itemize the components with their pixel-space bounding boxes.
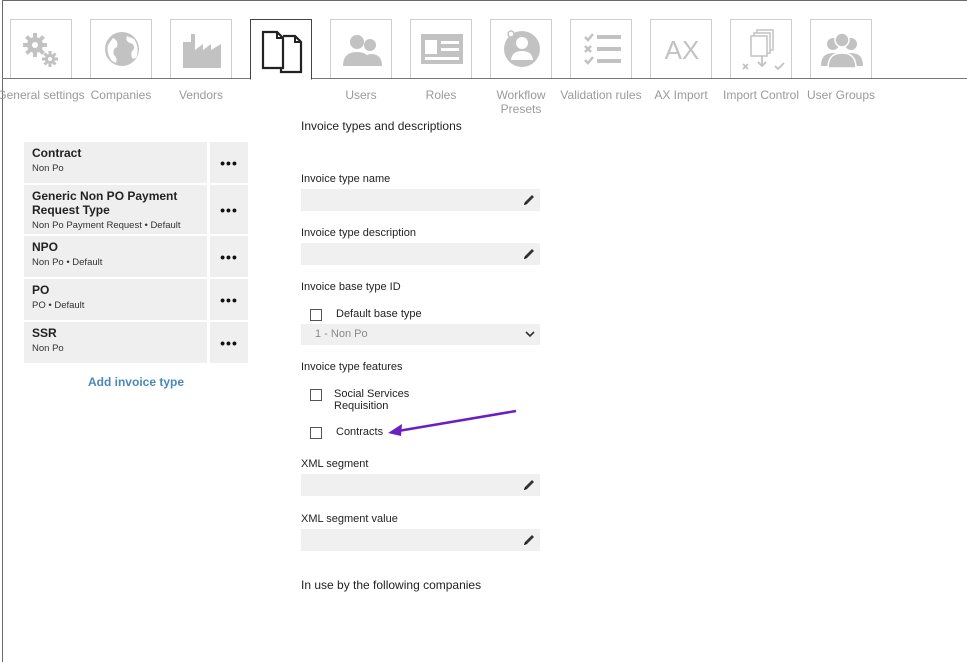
tab-user-groups[interactable]: User Groups (800, 0, 880, 120)
social-services-requisition-checkbox[interactable] (310, 389, 322, 401)
globe-icon (90, 19, 152, 78)
tab-label: Workflow Presets (496, 88, 546, 116)
invoice-type-name: Contract (32, 146, 82, 160)
more-options-button[interactable]: ••• (210, 279, 248, 320)
invoice-type-entry[interactable]: Contract Non Po (24, 142, 207, 183)
pencil-icon[interactable] (522, 193, 536, 207)
tab-label: AX Import (654, 88, 708, 102)
in-use-by-companies-heading: In use by the following companies (301, 578, 482, 592)
id-card-icon (410, 19, 472, 78)
invoice-type-subtitle: Non Po (32, 343, 64, 354)
more-options-button[interactable]: ••• (210, 185, 248, 234)
invoice-type-name: SSR (32, 326, 57, 340)
tab-label: Companies (90, 88, 152, 102)
xml-segment-value-field[interactable] (301, 529, 540, 551)
list-item[interactable]: NPO Non Po • Default ••• (24, 236, 248, 277)
tab-label: Users (345, 88, 377, 102)
pencil-icon[interactable] (522, 247, 536, 261)
invoice-base-type-label: Invoice base type ID (301, 281, 401, 293)
tab-workflow-presets[interactable]: Workflow Presets (480, 0, 560, 120)
more-options-button[interactable]: ••• (210, 236, 248, 277)
contracts-label: Contracts (336, 426, 384, 438)
xml-segment-field[interactable] (301, 474, 540, 496)
tab-invoice-types[interactable] (240, 0, 320, 120)
svg-text:AX: AX (665, 35, 700, 65)
invoice-type-entry[interactable]: PO PO • Default (24, 279, 207, 320)
invoice-type-description-field[interactable] (301, 243, 540, 265)
default-base-type-label: Default base type (336, 308, 422, 320)
invoice-type-subtitle: PO • Default (32, 300, 85, 311)
more-options-button[interactable]: ••• (210, 142, 248, 183)
invoice-type-list: Contract Non Po ••• Generic Non PO Payme… (24, 142, 248, 365)
invoice-type-name-label: Invoice type name (301, 173, 391, 185)
tab-general-settings[interactable]: General settings (0, 0, 85, 120)
pencil-icon[interactable] (522, 533, 536, 547)
invoice-type-name-field[interactable] (301, 189, 540, 211)
tab-label: Roles (425, 88, 457, 102)
tab-users[interactable]: Users (320, 0, 400, 120)
tab-companies[interactable]: Companies (80, 0, 160, 120)
tab-validation-rules[interactable]: Validation rules (560, 0, 642, 120)
tab-ax-import[interactable]: AX AX Import (640, 0, 720, 120)
person-circle-icon (490, 19, 552, 78)
annotation-arrow (388, 409, 517, 436)
tab-vendors[interactable]: Vendors (160, 0, 240, 120)
invoice-type-entry[interactable]: NPO Non Po • Default (24, 236, 207, 277)
contracts-checkbox[interactable] (310, 427, 322, 439)
pencil-icon[interactable] (522, 478, 536, 492)
invoice-type-entry[interactable]: SSR Non Po (24, 322, 207, 363)
tab-label: Validation rules (560, 88, 642, 102)
form-title: Invoice types and descriptions (301, 119, 462, 133)
add-invoice-type-link[interactable]: Add invoice type (24, 375, 248, 389)
checklist-icon (570, 19, 632, 78)
tab-label: User Groups (806, 88, 876, 102)
chevron-down-icon (525, 331, 535, 338)
invoice-type-entry[interactable]: Generic Non PO Payment Request Type Non … (24, 185, 207, 234)
invoice-type-subtitle: Non Po Payment Request • Default (32, 220, 181, 231)
gears-icon (10, 19, 72, 78)
tab-label: Vendors (178, 88, 224, 102)
invoice-type-description-label: Invoice type description (301, 227, 416, 239)
users-icon (330, 19, 392, 78)
tab-label: Import Control (722, 88, 800, 102)
tab-roles[interactable]: Roles (400, 0, 480, 120)
base-type-selected-value: 1 - Non Po (315, 328, 368, 340)
user-group-icon (810, 19, 872, 78)
list-item[interactable]: PO PO • Default ••• (24, 279, 248, 320)
invoice-type-features-label: Invoice type features (301, 361, 403, 373)
xml-segment-label: XML segment (301, 458, 369, 470)
invoice-type-subtitle: Non Po • Default (32, 257, 103, 268)
list-item[interactable]: Contract Non Po ••• (24, 142, 248, 183)
base-type-select[interactable]: 1 - Non Po (301, 324, 540, 345)
list-item[interactable]: SSR Non Po ••• (24, 322, 248, 363)
invoice-type-name: PO (32, 283, 50, 297)
import-control-icon (730, 19, 792, 78)
default-base-type-checkbox[interactable] (310, 309, 322, 321)
list-item[interactable]: Generic Non PO Payment Request Type Non … (24, 185, 248, 234)
documents-icon (250, 19, 312, 80)
invoice-type-name: NPO (32, 240, 59, 254)
factory-icon (170, 19, 232, 78)
invoice-type-subtitle: Non Po (32, 163, 64, 174)
tab-import-control[interactable]: Import Control (720, 0, 800, 120)
tab-label: General settings (0, 88, 85, 102)
xml-segment-value-label: XML segment value (301, 513, 398, 525)
ax-icon: AX (650, 19, 712, 78)
invoice-type-name: Generic Non PO Payment Request Type (32, 189, 178, 217)
more-options-button[interactable]: ••• (210, 322, 248, 363)
